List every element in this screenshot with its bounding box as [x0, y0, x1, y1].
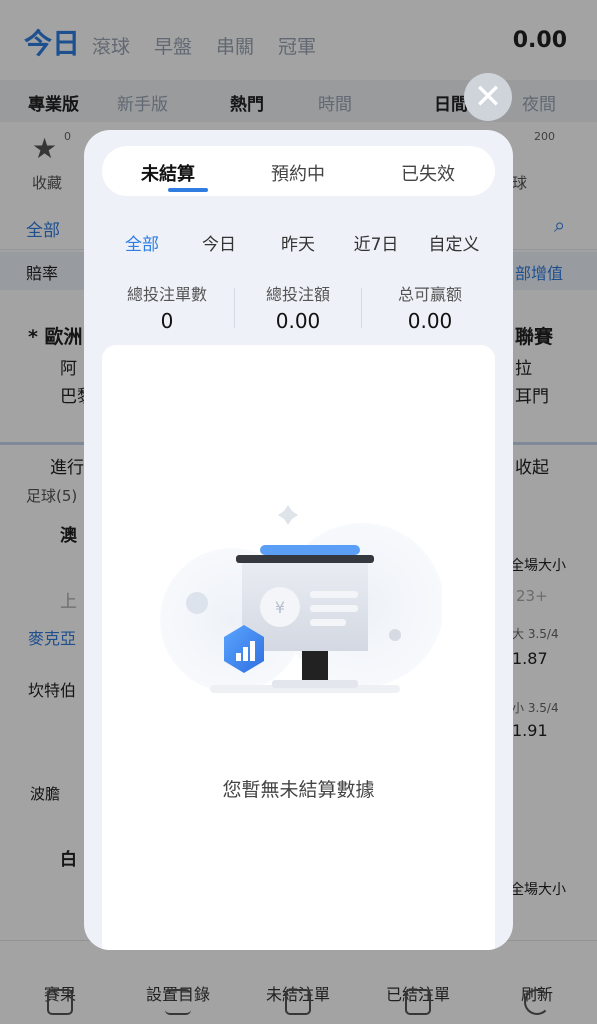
empty-state-message: 您暫無未結算數據	[222, 779, 375, 801]
tab-unsettled[interactable]: 未結算	[108, 160, 228, 186]
stat-win-value: 0.00	[407, 309, 453, 333]
date-filter-custom[interactable]: 自定义	[414, 230, 494, 255]
currency-symbol: ¥	[275, 598, 285, 617]
date-filter-all[interactable]: 全部	[102, 230, 182, 255]
empty-state-illustration: ¥	[160, 505, 442, 693]
stat-stake-label: 總投注額	[265, 285, 330, 304]
active-tab-underline	[168, 188, 208, 192]
tab-expired[interactable]: 已失效	[368, 160, 488, 186]
stat-stake-value: 0.00	[275, 309, 321, 333]
stat-win-label: 总可赢额	[397, 285, 462, 304]
date-filter-7days[interactable]: 近7日	[336, 230, 416, 255]
date-filter-yesterday[interactable]: 昨天	[258, 230, 338, 255]
open-bets-modal: 未結算 預約中 已失效 全部 今日 昨天 近7日 自定义 總投注單數 0 總投注…	[84, 130, 513, 950]
bet-status-tabs: 未結算 預約中 已失效	[102, 146, 495, 196]
stat-bet-count-value: 0	[160, 309, 174, 333]
close-button[interactable]: ✕	[464, 73, 512, 121]
stat-divider	[361, 288, 362, 328]
date-filter-today[interactable]: 今日	[179, 230, 259, 255]
stat-bet-count-label: 總投注單數	[126, 285, 207, 304]
tab-reserved[interactable]: 預約中	[238, 160, 358, 186]
bets-content-panel: ¥ 您暫無未結算數據	[102, 345, 495, 950]
